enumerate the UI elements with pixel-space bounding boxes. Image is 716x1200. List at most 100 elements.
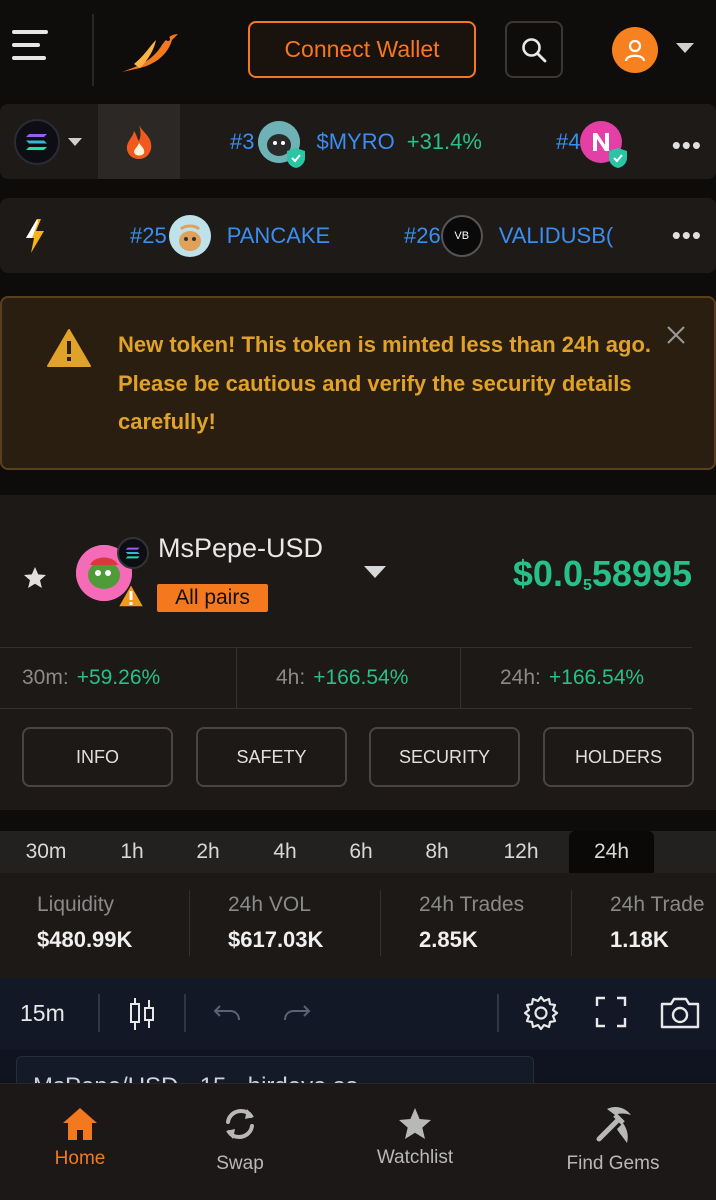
token-icon — [258, 120, 306, 168]
listing-item[interactable]: #25 PANCAKE — [130, 198, 330, 273]
stat-label: 24h VOL — [228, 893, 311, 916]
nav-label: Swap — [216, 1153, 264, 1174]
token-icon-label: VB — [454, 229, 470, 242]
nav-swap[interactable]: Swap — [200, 1083, 280, 1200]
timeframe-2h[interactable]: 2h — [180, 831, 236, 873]
stat-trades: 24h Trades 2.85K — [419, 893, 524, 953]
bird-logo-icon[interactable] — [120, 26, 180, 76]
chevron-down-icon[interactable] — [364, 566, 386, 578]
stat-label: 24h Trades — [419, 893, 525, 916]
fire-icon — [126, 124, 152, 159]
info-tab-button[interactable]: INFO — [22, 727, 173, 787]
change-label: 4h: — [276, 666, 306, 689]
trending-ticker-row: #3 $MYRO +31.4% #4 ••• — [0, 104, 716, 179]
more-icon[interactable]: ••• — [672, 130, 702, 161]
listing-rank: #25 — [130, 222, 167, 248]
timeframe-4h[interactable]: 4h — [257, 831, 313, 873]
trending-symbol: $MYRO — [316, 128, 395, 154]
new-listings-button[interactable] — [0, 198, 70, 273]
change-value: +166.54% — [548, 666, 645, 689]
divider — [98, 994, 100, 1032]
star-icon — [399, 1108, 431, 1139]
hamburger-icon[interactable] — [12, 30, 48, 62]
redo-icon[interactable] — [282, 1000, 312, 1026]
security-tab-button[interactable]: SECURITY — [369, 727, 520, 787]
stat-value: $617.03K — [228, 927, 324, 952]
timeframe-6h[interactable]: 6h — [333, 831, 389, 873]
warning-message: New token! This token is minted less tha… — [118, 332, 651, 434]
divider — [571, 890, 572, 956]
nav-watchlist[interactable]: Watchlist — [365, 1083, 465, 1200]
safety-tab-button[interactable]: SAFETY — [196, 727, 347, 787]
user-avatar[interactable] — [612, 27, 658, 73]
timeframe-30m[interactable]: 30m — [14, 831, 78, 873]
divider — [184, 994, 186, 1032]
search-button[interactable] — [505, 21, 563, 78]
timeframe-8h[interactable]: 8h — [409, 831, 465, 873]
change-label: 30m: — [22, 666, 69, 689]
favorite-star-icon[interactable] — [22, 565, 48, 591]
more-icon[interactable]: ••• — [672, 220, 702, 251]
camera-icon[interactable] — [659, 996, 701, 1030]
solana-icon — [117, 537, 149, 569]
user-icon — [624, 39, 646, 62]
listing-symbol: PANCAKE — [226, 222, 331, 248]
undo-icon[interactable] — [212, 1000, 242, 1026]
listing-rank: #26 — [404, 222, 441, 248]
stat-volume: 24h VOL $617.03K — [228, 893, 323, 953]
search-icon — [522, 37, 547, 62]
divider — [0, 708, 692, 709]
nav-find-gems[interactable]: Find Gems — [558, 1083, 668, 1200]
token-icon: VB — [440, 214, 483, 257]
chain-selector[interactable] — [14, 119, 94, 165]
solana-icon — [14, 119, 60, 165]
stat-liquidity: Liquidity $480.99K — [37, 893, 132, 953]
holders-tab-button[interactable]: HOLDERS — [543, 727, 694, 787]
lightning-icon — [26, 218, 44, 253]
trending-item[interactable]: #4 — [556, 104, 638, 179]
stat-value: $480.99K — [37, 927, 133, 952]
chart-interval-button[interactable]: 15m — [20, 1000, 65, 1027]
token-icon — [580, 120, 628, 168]
trending-rank: #3 — [230, 128, 255, 154]
home-icon — [63, 1108, 97, 1140]
stat-trades-2: 24h Trade 1.18K — [610, 893, 705, 953]
connect-wallet-button[interactable]: Connect Wallet — [248, 21, 476, 78]
close-icon[interactable] — [663, 322, 689, 348]
token-icon — [168, 214, 211, 257]
nav-label: Find Gems — [566, 1153, 660, 1174]
nav-home[interactable]: Home — [40, 1083, 120, 1200]
divider — [236, 648, 237, 708]
price-zero-count: 5 — [582, 577, 592, 594]
all-pairs-badge[interactable]: All pairs — [157, 584, 268, 612]
stat-value: 1.18K — [610, 927, 669, 952]
timeframe-12h[interactable]: 12h — [490, 831, 552, 873]
trending-fire-button[interactable] — [98, 104, 180, 179]
warning-triangle-icon — [47, 329, 91, 367]
change-30m: 30m: +59.26% — [22, 648, 160, 708]
new-listings-ticker-row: #25 PANCAKE #26 VB VALIDUSB( ••• — [0, 198, 716, 273]
divider — [189, 890, 190, 956]
header-divider — [92, 14, 94, 86]
pair-name[interactable]: MsPepe-USD — [158, 533, 323, 564]
nav-label: Watchlist — [376, 1147, 454, 1168]
chevron-down-icon[interactable] — [676, 43, 694, 53]
divider — [460, 648, 461, 708]
fullscreen-icon[interactable] — [595, 996, 627, 1028]
swap-icon — [226, 1108, 254, 1140]
trending-item[interactable]: #3 $MYRO +31.4% — [230, 104, 482, 179]
candlestick-icon[interactable] — [128, 996, 156, 1032]
trending-rank: #4 — [556, 128, 581, 154]
trending-change: +31.4% — [406, 128, 482, 154]
listing-item[interactable]: #26 VB VALIDUSB( — [404, 198, 613, 273]
warning-badge-icon — [117, 583, 145, 608]
timeframe-1h[interactable]: 1h — [104, 831, 160, 873]
timeframe-24h[interactable]: 24h — [569, 831, 654, 873]
price-prefix: $0.0 — [512, 553, 583, 594]
change-label: 24h: — [500, 666, 541, 689]
change-value: +166.54% — [313, 666, 409, 689]
change-4h: 4h: +166.54% — [276, 648, 408, 708]
change-value: +59.26% — [76, 666, 161, 689]
settings-gear-icon[interactable] — [522, 994, 560, 1032]
verified-shield-icon — [287, 147, 306, 168]
